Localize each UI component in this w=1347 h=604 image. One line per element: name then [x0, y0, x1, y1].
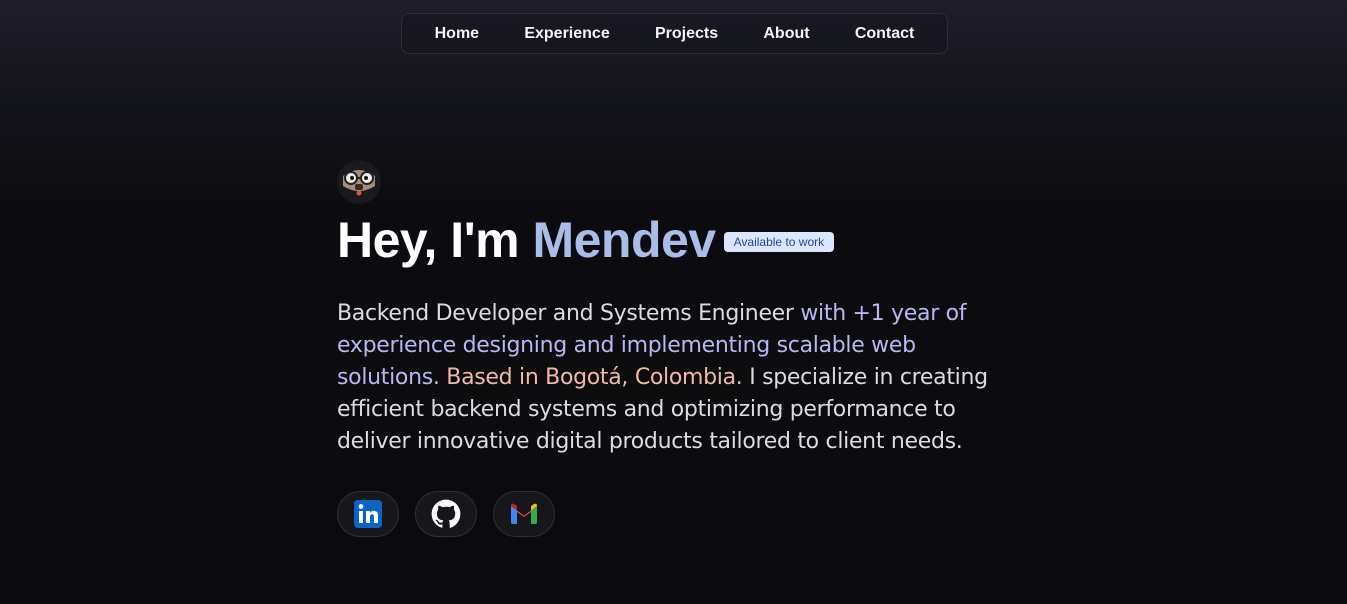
bio-role: Backend Developer and Systems Engineer: [337, 301, 794, 326]
nav-experience[interactable]: Experience: [510, 19, 623, 49]
gmail-icon: [511, 503, 537, 524]
bio-paragraph: Backend Developer and Systems Engineer w…: [337, 298, 1017, 458]
github-icon: [431, 499, 461, 528]
hero-title: Hey, I'm Mendev: [337, 210, 716, 270]
availability-badge: Available to work: [723, 232, 835, 252]
hero-section: Hey, I'm Mendev Available to work Backen…: [337, 160, 1017, 537]
nav-projects[interactable]: Projects: [641, 19, 732, 49]
social-links: [337, 491, 1017, 537]
nav-contact[interactable]: Contact: [841, 19, 929, 49]
bio-location: Based in Bogotá, Colombia.: [439, 365, 743, 390]
avatar: [337, 160, 381, 204]
linkedin-icon: [354, 500, 382, 528]
gmail-button[interactable]: [493, 491, 555, 537]
linkedin-button[interactable]: [337, 491, 399, 537]
nav-home[interactable]: Home: [421, 19, 493, 49]
nav-about[interactable]: About: [749, 19, 823, 49]
top-nav: Home Experience Projects About Contact: [401, 13, 948, 54]
hero-name: Mendev: [532, 212, 716, 268]
greeting: Hey, I'm: [337, 212, 520, 268]
hero-title-row: Hey, I'm Mendev Available to work: [337, 210, 1017, 270]
github-button[interactable]: [415, 491, 477, 537]
